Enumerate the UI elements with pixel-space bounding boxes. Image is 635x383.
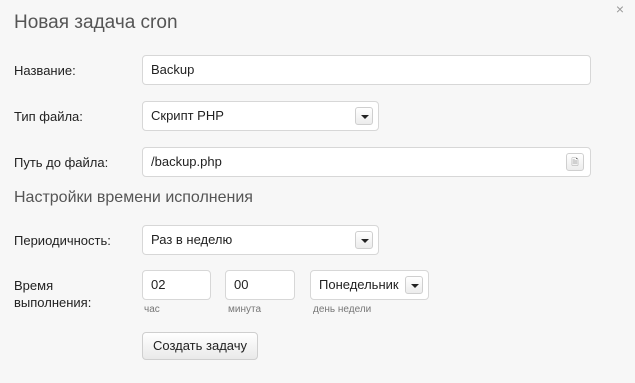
chevron-down-icon[interactable]: [355, 107, 373, 125]
name-input[interactable]: Backup: [142, 55, 591, 85]
chevron-down-icon[interactable]: [355, 231, 373, 249]
cron-task-dialog: × Новая задача cron Название: Backup Тип…: [0, 0, 635, 383]
time-label-line2: выполнения:: [14, 295, 92, 310]
chevron-down-icon[interactable]: [405, 276, 423, 294]
schedule-section-title: Настройки времени исполнения: [14, 189, 253, 206]
name-label: Название:: [14, 63, 76, 78]
period-value: Раз в неделю: [151, 232, 233, 247]
file-path-label: Путь до файла:: [14, 155, 109, 170]
file-path-input[interactable]: /backup.php 🗎: [142, 147, 591, 177]
hour-hint: час: [144, 304, 160, 315]
close-icon[interactable]: ×: [613, 2, 627, 16]
create-task-button[interactable]: Создать задачу: [142, 332, 259, 360]
dialog-title: Новая задача cron: [14, 12, 178, 33]
weekday-hint: день недели: [313, 304, 372, 315]
file-browse-icon[interactable]: 🗎: [566, 153, 584, 171]
file-type-label: Тип файла:: [14, 109, 83, 124]
file-path-value: /backup.php: [151, 154, 222, 169]
weekday-select[interactable]: Понедельник: [310, 270, 429, 300]
file-type-select[interactable]: Скрипт PHP: [142, 101, 379, 131]
minute-hint: минута: [228, 304, 262, 315]
file-type-value: Скрипт PHP: [151, 108, 224, 123]
minute-input[interactable]: 00: [225, 270, 295, 300]
period-select[interactable]: Раз в неделю: [142, 225, 379, 255]
hour-input[interactable]: 02: [142, 270, 211, 300]
time-label-line1: Время: [14, 278, 54, 293]
weekday-value: Понедельник: [319, 277, 399, 292]
period-label: Периодичность:: [14, 233, 111, 248]
